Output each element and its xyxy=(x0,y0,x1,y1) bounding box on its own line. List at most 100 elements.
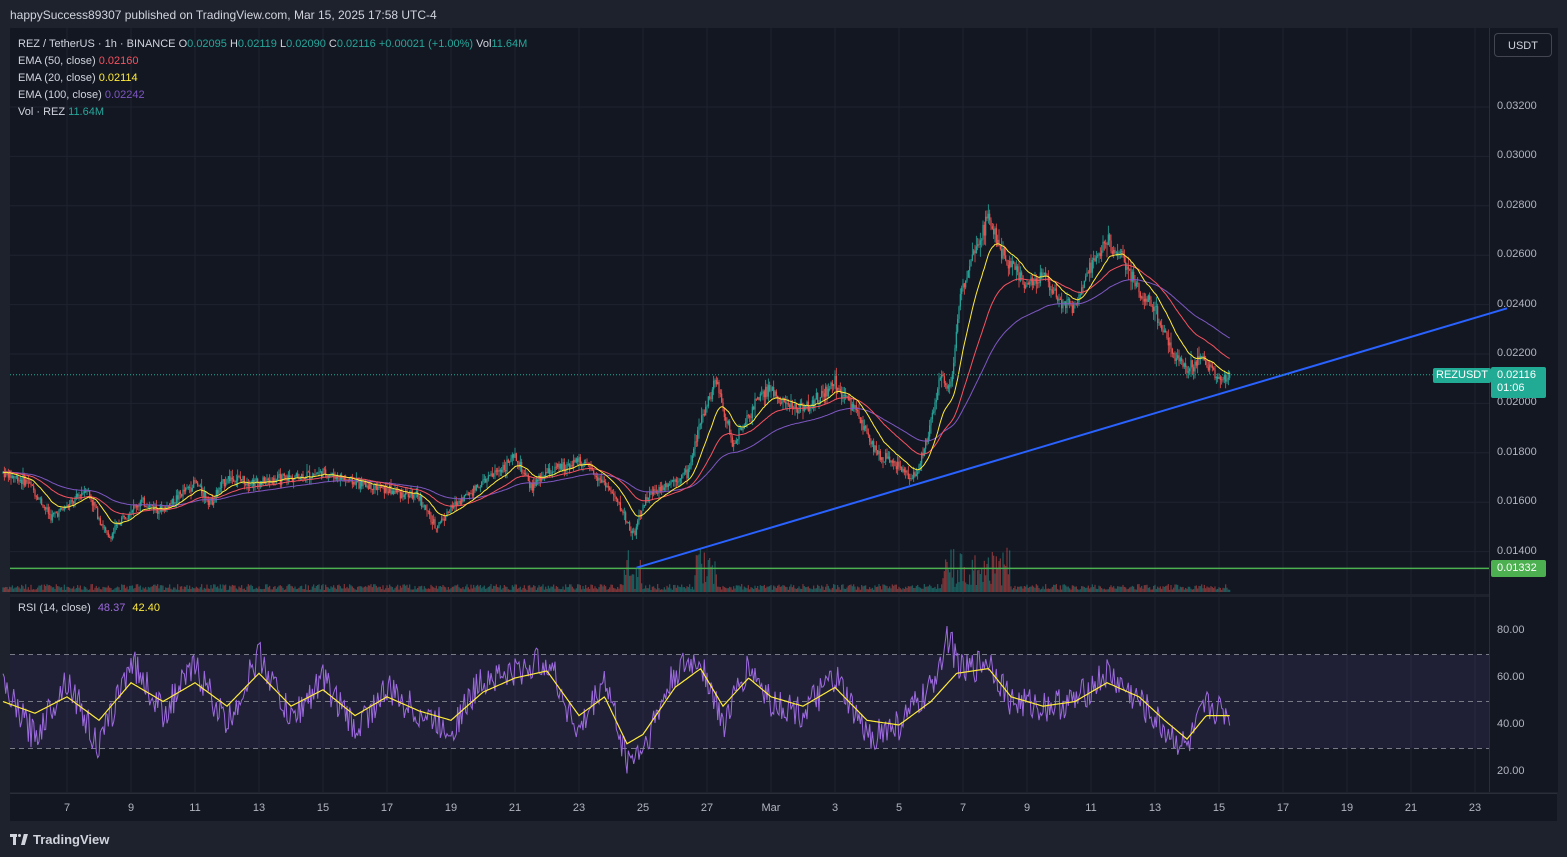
price-tick-label: 0.02400 xyxy=(1497,297,1537,310)
candle-body xyxy=(1115,252,1117,254)
volume-bar xyxy=(349,584,351,592)
ema100-row[interactable]: EMA (100, close) 0.02242 xyxy=(18,87,527,104)
candle-body xyxy=(723,407,725,418)
candle-body xyxy=(246,483,248,485)
candle-body xyxy=(562,462,564,470)
volume-bar xyxy=(1055,584,1057,592)
volume-bar xyxy=(9,586,11,592)
volume-bar xyxy=(89,589,91,592)
volume-bar xyxy=(141,589,143,592)
volume-bar xyxy=(969,574,971,592)
candle-body xyxy=(1214,369,1216,379)
volume-bar xyxy=(1198,585,1200,592)
volume-bar xyxy=(526,589,528,592)
candle-body xyxy=(1019,272,1021,281)
volume-bar xyxy=(127,589,129,592)
volume-bar xyxy=(901,589,903,592)
volume-bar xyxy=(885,585,887,592)
candle-body xyxy=(686,469,688,479)
volume-bar xyxy=(222,584,224,592)
volume-bar xyxy=(466,584,468,592)
volume-bar xyxy=(426,589,428,592)
volume-bar xyxy=(643,588,645,592)
volume-bar xyxy=(151,586,153,592)
candle-body xyxy=(401,492,403,499)
rsi-legend[interactable]: RSI (14, close) 48.37 42.40 xyxy=(18,602,160,614)
change-value: +0.00021 (+1.00%) xyxy=(378,38,474,50)
candle-body xyxy=(1219,376,1221,381)
time-tick-label: 9 xyxy=(1023,802,1031,814)
candle-body xyxy=(567,463,569,465)
volume-bar xyxy=(119,589,121,592)
tradingview-logo[interactable]: TradingView xyxy=(10,832,109,847)
volume-bar xyxy=(90,584,92,592)
ema20-row[interactable]: EMA (20, close) 0.02114 xyxy=(18,70,527,87)
candle-body xyxy=(711,389,713,399)
volume-row[interactable]: Vol · REZ 11.64M xyxy=(18,104,527,121)
volume-bar xyxy=(187,588,189,592)
candle-body xyxy=(834,375,836,385)
main-legend: REZ / TetherUS · 1h · BINANCE O0.02095 H… xyxy=(18,36,527,121)
candle-body xyxy=(1183,363,1185,367)
candle-body xyxy=(981,239,983,241)
volume-bar xyxy=(486,588,488,592)
candle-body xyxy=(30,482,32,485)
candle-body xyxy=(657,492,659,494)
candle-body xyxy=(1171,348,1173,354)
volume-bar xyxy=(195,586,197,592)
volume-bar xyxy=(49,585,51,592)
candle-body xyxy=(1091,260,1093,273)
volume-bar xyxy=(459,588,461,592)
candle-body xyxy=(193,480,195,488)
candle-body xyxy=(429,511,431,515)
volume-bar xyxy=(1050,588,1052,592)
volume-bar xyxy=(523,585,525,592)
volume-bar xyxy=(409,584,411,592)
volume-bar xyxy=(551,586,553,592)
candle-body xyxy=(911,478,913,480)
candle-body xyxy=(941,374,943,378)
candle-body xyxy=(735,440,737,444)
time-tick-label: 13 xyxy=(1148,802,1162,814)
candle-body xyxy=(1162,329,1164,333)
volume-bar xyxy=(1105,589,1107,592)
candle-body xyxy=(747,415,749,417)
volume-bar xyxy=(538,585,540,592)
volume-bar xyxy=(863,585,865,592)
volume-bar xyxy=(1107,589,1109,592)
candle-body xyxy=(93,501,95,506)
candle-body xyxy=(1010,260,1012,268)
candle-body xyxy=(1025,285,1027,289)
volume-bar xyxy=(150,586,152,592)
volume-bar xyxy=(751,587,753,592)
volume-bar xyxy=(607,589,609,592)
ema50-row[interactable]: EMA (50, close) 0.02160 xyxy=(18,53,527,70)
candle-body xyxy=(198,485,200,487)
candle-body xyxy=(511,454,513,459)
candle-body xyxy=(1045,272,1047,276)
candle-body xyxy=(123,515,125,518)
volume-bar xyxy=(66,586,68,592)
volume-bar xyxy=(574,589,576,592)
currency-button[interactable]: USDT xyxy=(1494,33,1552,57)
volume-bar xyxy=(855,589,857,592)
candle-body xyxy=(954,348,956,364)
volume-bar xyxy=(167,587,169,592)
volume-bar xyxy=(846,587,848,592)
volume-bar xyxy=(945,559,947,592)
candle-body xyxy=(338,478,340,480)
volume-bar xyxy=(962,581,964,592)
volume-bar xyxy=(286,586,288,592)
candle-body xyxy=(1106,243,1108,245)
volume-bar xyxy=(1094,584,1096,592)
candle-body xyxy=(739,428,741,430)
volume-bar xyxy=(1119,586,1121,592)
candle-body xyxy=(1098,253,1100,256)
volume-bar xyxy=(1187,586,1189,592)
volume-bar xyxy=(1137,584,1139,592)
candle-body xyxy=(365,481,367,487)
volume-bar xyxy=(806,587,808,592)
volume-bar xyxy=(638,566,640,592)
symbol-row[interactable]: REZ / TetherUS · 1h · BINANCE O0.02095 H… xyxy=(18,36,527,53)
volume-bar xyxy=(859,589,861,592)
